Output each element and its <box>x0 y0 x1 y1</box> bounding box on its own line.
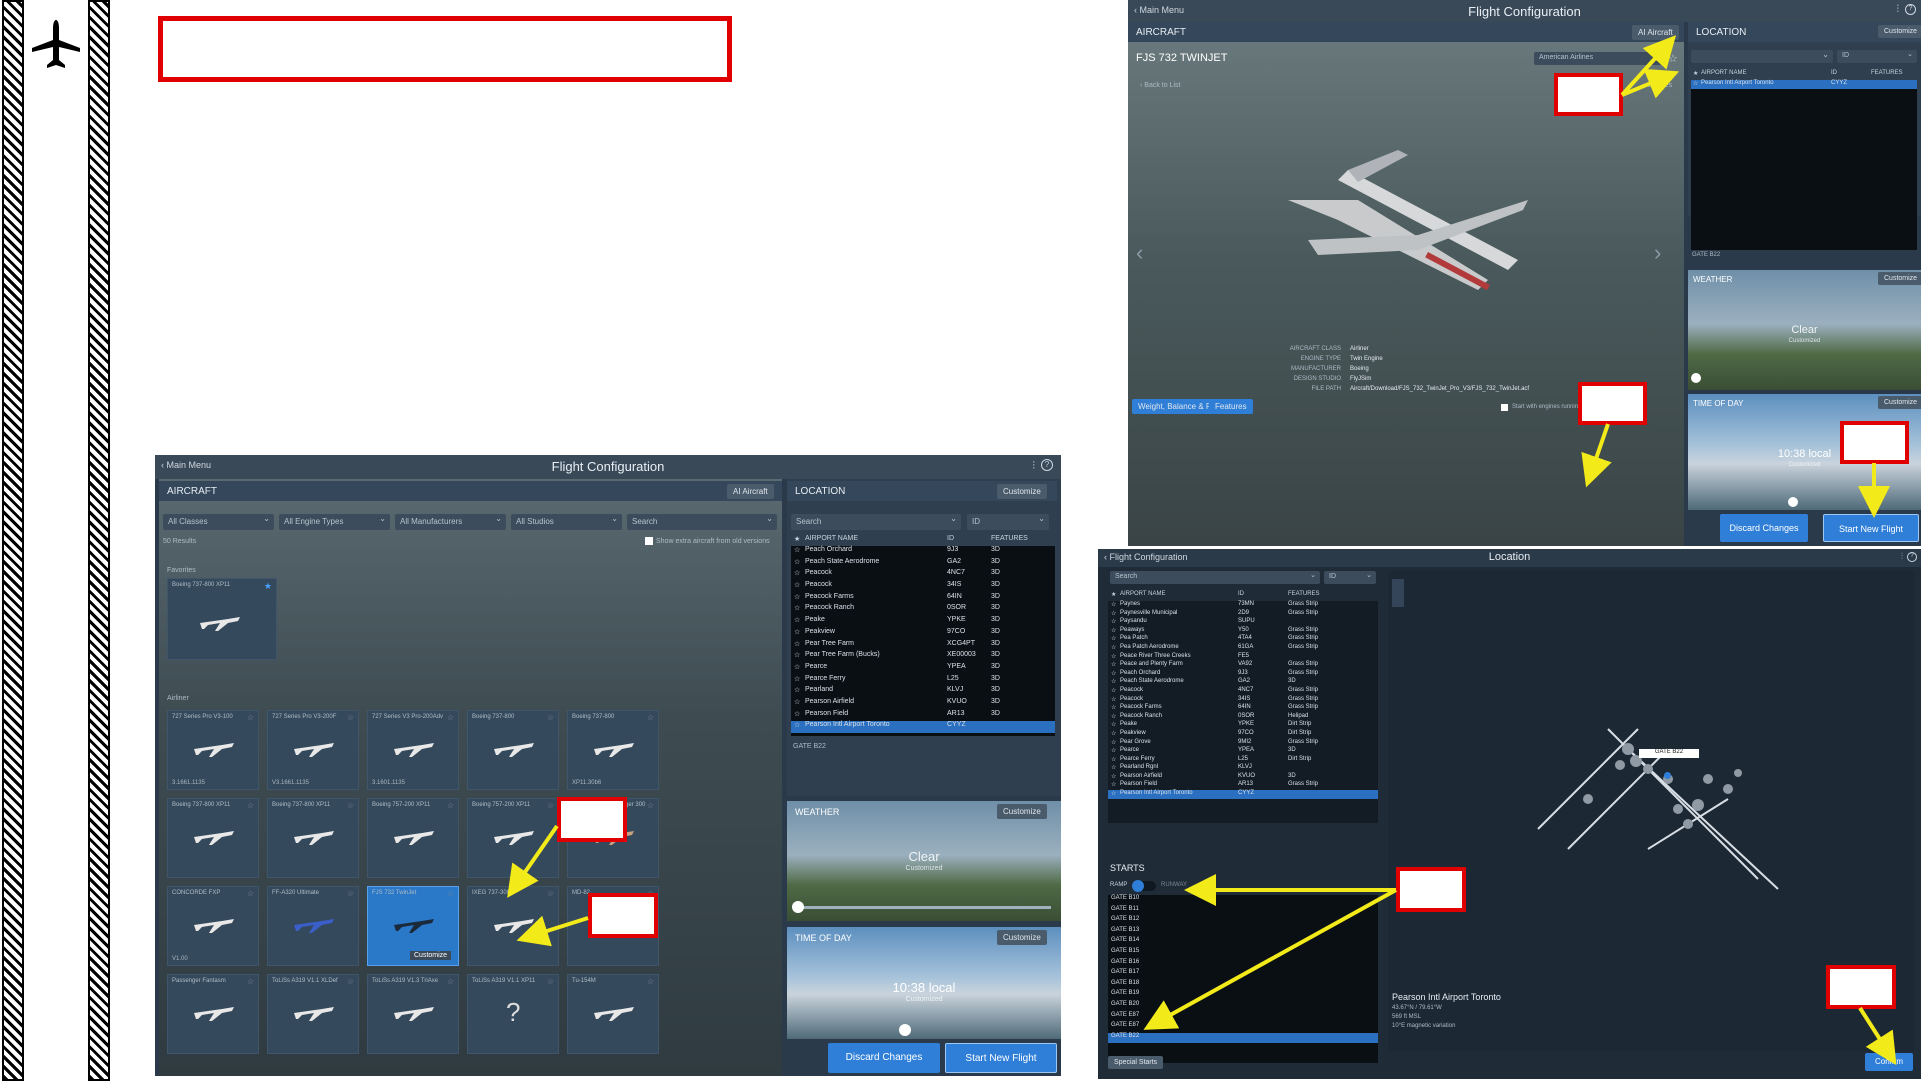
annotation-arrows <box>507 35 1897 1066</box>
